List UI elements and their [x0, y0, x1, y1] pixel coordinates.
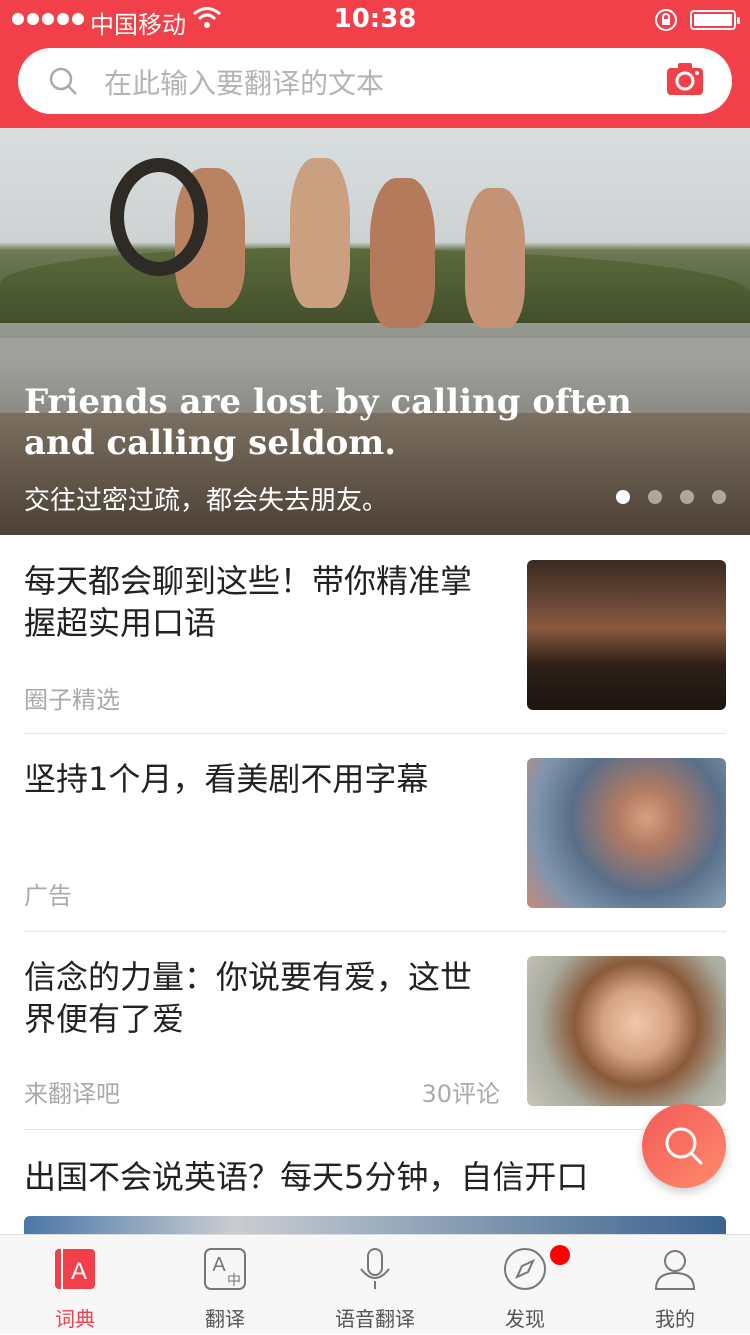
- search-input[interactable]: 在此输入要翻译的文本: [104, 62, 384, 102]
- list-item[interactable]: 信念的力量：你说要有爱，这世界便有了爱 来翻译吧 30评论: [24, 956, 726, 1116]
- microphone-icon: [360, 1248, 390, 1289]
- search-bar[interactable]: 在此输入要翻译的文本: [18, 48, 732, 114]
- article-source: 圈子精选: [24, 686, 120, 714]
- svg-text:A: A: [212, 1254, 226, 1276]
- tab-label: 我的: [655, 1307, 695, 1331]
- pager-dot[interactable]: [616, 490, 630, 504]
- list-item[interactable]: 每天都会聊到这些！带你精准掌握超实用口语 圈子精选: [24, 560, 726, 720]
- comment-count: 30评论: [421, 1080, 500, 1108]
- search-fab-button[interactable]: [642, 1104, 726, 1188]
- article-thumbnail: [527, 758, 726, 908]
- pager-dot[interactable]: [648, 490, 662, 504]
- list-item[interactable]: 坚持1个月，看美剧不用字幕 广告: [24, 758, 726, 918]
- banner-figure: [110, 158, 208, 276]
- status-bar: 中国移动 10:38: [0, 0, 750, 40]
- header: 中国移动 10:38 在此输入要翻译的文本: [0, 0, 750, 128]
- divider: [24, 733, 726, 734]
- pager-dot[interactable]: [712, 490, 726, 504]
- banner-quote-chinese: 交往过密过疏，都会失去朋友。: [24, 486, 389, 516]
- banner-figure: [290, 158, 350, 308]
- search-icon: [49, 67, 77, 95]
- carousel-pager[interactable]: [616, 490, 726, 504]
- camera-icon[interactable]: [666, 62, 704, 96]
- svg-text:A: A: [71, 1258, 87, 1285]
- divider: [24, 1129, 726, 1130]
- banner-carousel[interactable]: Friends are lost by calling often and ca…: [0, 128, 750, 535]
- tab-translate[interactable]: A 中 翻译: [150, 1235, 300, 1335]
- tab-dictionary[interactable]: A 词典: [0, 1235, 150, 1335]
- tab-profile[interactable]: 我的: [600, 1235, 750, 1335]
- tab-label: 翻译: [205, 1307, 245, 1331]
- profile-icon: [654, 1250, 696, 1290]
- article-title[interactable]: 出国不会说英语？每天5分钟，自信开口: [24, 1152, 588, 1198]
- article-title: 信念的力量：你说要有爱，这世界便有了爱: [24, 958, 473, 1038]
- article-thumbnail: [527, 560, 726, 710]
- banner-figure: [465, 188, 525, 328]
- tab-label: 发现: [505, 1307, 545, 1331]
- pager-dot[interactable]: [680, 490, 694, 504]
- notification-badge: [550, 1245, 570, 1265]
- tab-label: 词典: [55, 1307, 95, 1331]
- translate-icon: A 中: [204, 1248, 246, 1290]
- tab-voice-translate[interactable]: 语音翻译: [300, 1235, 450, 1335]
- ad-label: 广告: [24, 882, 72, 910]
- dictionary-icon: A: [55, 1249, 95, 1289]
- article-title: 坚持1个月，看美剧不用字幕: [24, 760, 429, 798]
- tab-bar: A 词典 A 中 翻译 语音翻译 发现 我的: [0, 1234, 750, 1334]
- article-source: 来翻译吧: [24, 1080, 120, 1108]
- article-thumbnail: [527, 956, 726, 1106]
- svg-text:中: 中: [227, 1273, 241, 1289]
- search-icon: [665, 1127, 704, 1166]
- banner-figure: [370, 178, 435, 328]
- tab-label: 语音翻译: [335, 1307, 415, 1331]
- clock: 10:38: [333, 4, 417, 34]
- tab-discover[interactable]: 发现: [450, 1235, 600, 1335]
- rotation-lock-icon: [655, 9, 677, 31]
- compass-icon: [504, 1248, 546, 1290]
- article-title: 每天都会聊到这些！带你精准掌握超实用口语: [24, 562, 473, 642]
- battery-icon: [690, 10, 740, 30]
- divider: [24, 931, 726, 932]
- banner-quote-english: Friends are lost by calling often and ca…: [24, 382, 632, 463]
